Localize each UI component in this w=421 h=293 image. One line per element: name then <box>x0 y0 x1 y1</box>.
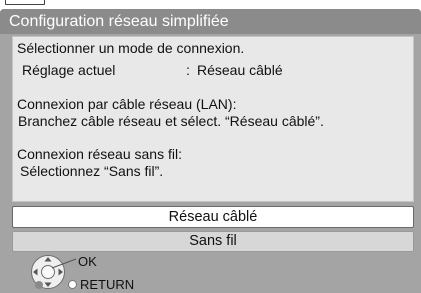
option-wireless[interactable]: Sans fil <box>12 231 414 252</box>
current-setting-value: Réseau câblé <box>197 62 283 78</box>
wireless-instruction: Sélectionnez “Sans fil”. <box>20 163 164 179</box>
connection-mode-prompt: Sélectionner un mode de connexion. <box>17 40 245 56</box>
title-bar: Configuration réseau simplifiée <box>0 9 421 34</box>
option-wired-network[interactable]: Réseau câblé <box>12 206 414 228</box>
return-hint-label: RETURN <box>80 277 135 292</box>
info-panel: Sélectionner un mode de connexion. Régla… <box>12 36 414 202</box>
return-button-icon <box>68 280 77 289</box>
wired-instruction: Branchez câble réseau et sélect. “Réseau… <box>18 113 324 129</box>
gray-dot-icon <box>35 281 43 289</box>
wireless-heading: Connexion réseau sans fil: <box>17 146 182 162</box>
current-setting-label: Réglage actuel <box>22 62 116 78</box>
dialog-title: Configuration réseau simplifiée <box>9 13 229 30</box>
network-setup-dialog: Configuration réseau simplifiée Sélectio… <box>0 9 421 293</box>
ok-hint-label: OK <box>78 254 97 269</box>
cropped-tab-outline <box>5 0 45 5</box>
wired-heading: Connexion par câble réseau (LAN): <box>17 96 237 112</box>
current-setting-separator: : <box>186 62 190 78</box>
